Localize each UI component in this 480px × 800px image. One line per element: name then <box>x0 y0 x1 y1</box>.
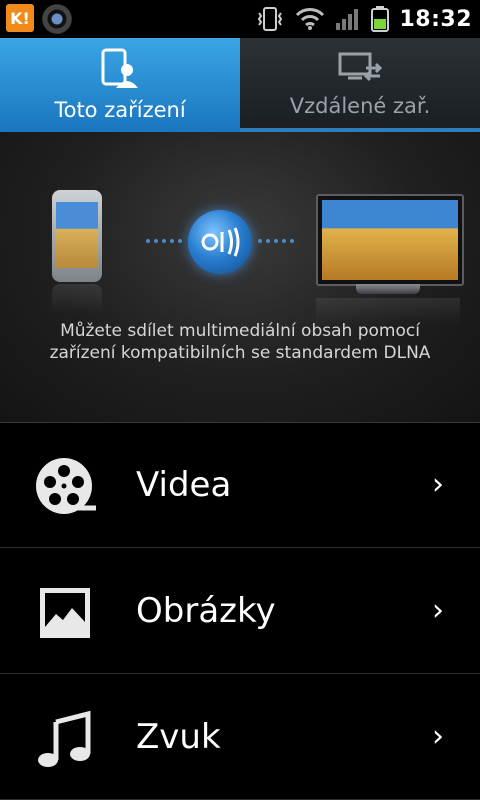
tab-bar: Toto zařízení Vzdálené zař. <box>0 38 480 132</box>
status-bar: K! 18:32 <box>0 0 480 38</box>
list-item-label: Videa <box>136 464 232 505</box>
list-item-pictures[interactable]: Obrázky › <box>0 548 480 674</box>
list-item-label: Obrázky <box>136 590 276 631</box>
chevron-right-icon: › <box>432 593 444 628</box>
remote-screens-icon <box>338 52 383 82</box>
dlna-description: Můžete sdílet multimediální obsah pomocí… <box>49 321 431 363</box>
music-note-icon <box>38 710 91 767</box>
media-list: Videa › Obrázky › Zvuk › <box>0 422 480 800</box>
battery-icon <box>371 6 390 32</box>
chevron-right-icon: › <box>432 719 444 754</box>
tab-remote-devices[interactable]: Vzdálené zař. <box>240 38 480 132</box>
chevron-right-icon: › <box>432 467 444 502</box>
clock: 18:32 <box>399 6 472 32</box>
vibrate-icon <box>258 7 283 31</box>
list-item-label: Zvuk <box>136 716 221 757</box>
tv-stand <box>356 284 420 294</box>
signal-icon <box>336 9 359 30</box>
list-item-audio[interactable]: Zvuk › <box>0 674 480 800</box>
film-reel-icon <box>36 458 96 514</box>
tab-label: Vzdálené zař. <box>289 94 431 118</box>
device-user-icon <box>101 48 138 88</box>
tab-this-device[interactable]: Toto zařízení <box>0 38 240 132</box>
phone-reflection <box>52 284 102 314</box>
list-item-videos[interactable]: Videa › <box>0 422 480 548</box>
dlna-info-panel: Můžete sdílet multimediální obsah pomocí… <box>0 132 480 423</box>
camera-icon <box>42 4 72 34</box>
tab-label: Toto zařízení <box>54 98 186 122</box>
connection-dots-left <box>146 239 182 247</box>
wifi-icon <box>296 8 325 30</box>
connection-dots-right <box>258 239 294 247</box>
phone-icon <box>52 190 102 282</box>
picture-icon <box>40 588 90 638</box>
k-app-icon: K! <box>6 4 34 32</box>
dlna-icon <box>188 210 252 274</box>
tv-icon <box>316 194 464 286</box>
